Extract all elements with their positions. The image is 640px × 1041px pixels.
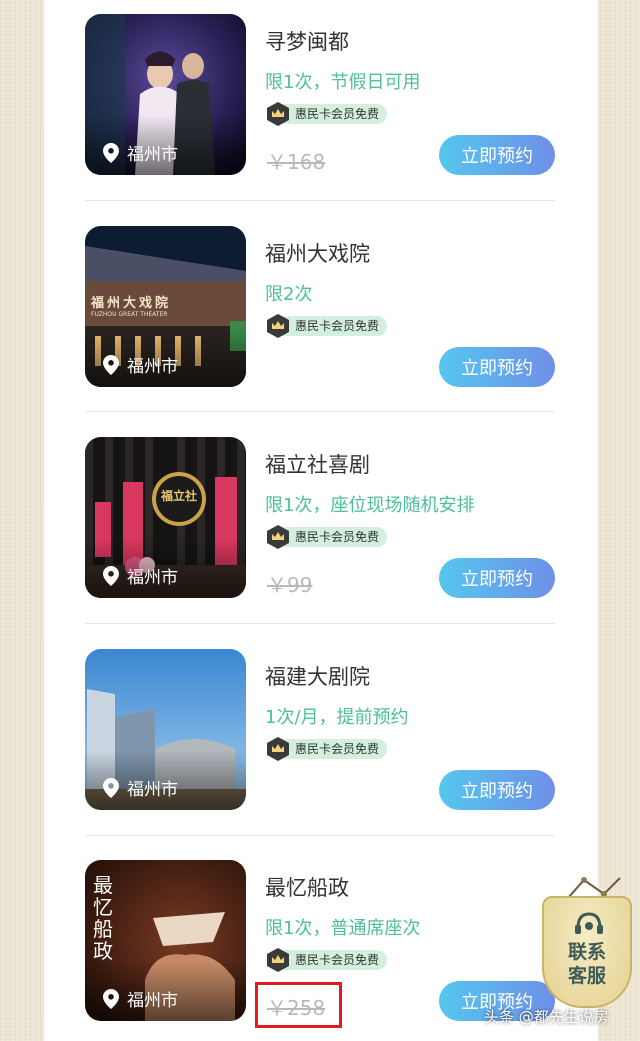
location-pin-icon <box>103 565 119 586</box>
location-label: 福州市 <box>103 140 178 165</box>
member-badge: 惠民卡会员免费 <box>265 101 388 127</box>
crown-icon <box>265 101 291 127</box>
book-now-button[interactable]: 立即预约 <box>439 558 555 598</box>
watermark: 头条 @都先生说房 <box>484 1008 609 1026</box>
divider <box>85 835 555 836</box>
location-text: 福州市 <box>127 568 178 588</box>
book-now-button[interactable]: 立即预约 <box>439 135 555 175</box>
divider <box>85 200 555 201</box>
book-now-button[interactable]: 立即预约 <box>439 770 555 810</box>
member-badge: 惠民卡会员免费 <box>265 313 388 339</box>
venue-title: 福州大戏院 <box>265 242 370 266</box>
location-text: 福州市 <box>127 780 178 800</box>
location-label: 福州市 <box>103 352 178 377</box>
venue-image[interactable]: 福州市 <box>85 14 246 175</box>
location-text: 福州市 <box>127 357 178 377</box>
venue-image[interactable]: 福州大戏院 FUZHOU GREAT THEATER 福州市 <box>85 226 246 387</box>
location-pin-icon <box>103 988 119 1009</box>
original-price: ￥168 <box>267 150 326 174</box>
venue-title: 福建大剧院 <box>265 665 370 689</box>
logo-text: 福立社 <box>160 489 197 503</box>
location-text: 福州市 <box>127 991 178 1011</box>
location-pin-icon <box>103 777 119 798</box>
venue-image[interactable]: 福立社 福州市 <box>85 437 246 598</box>
contact-service-button[interactable]: 联系 客服 <box>536 876 640 1016</box>
location-label: 福州市 <box>103 986 178 1011</box>
venue-item[interactable]: 福立社 福州市 福立社喜剧 限1次，座位现场随机安排 惠民卡会员免费 ￥99 立… <box>85 437 555 599</box>
divider <box>85 623 555 624</box>
venue-item[interactable]: 福州大戏院 FUZHOU GREAT THEATER 福州市 福州大戏院 限2次… <box>85 226 555 388</box>
location-pin-icon <box>103 354 119 375</box>
crown-icon <box>265 313 291 339</box>
contact-service-label: 联系 客服 <box>567 941 606 987</box>
crown-icon <box>265 736 291 762</box>
usage-limit: 限1次，座位现场随机安排 <box>265 495 475 516</box>
venue-title: 福立社喜剧 <box>265 453 370 477</box>
usage-limit: 限1次，节假日可用 <box>265 72 421 93</box>
venue-item[interactable]: 福州市 福建大剧院 1次/月，提前预约 惠民卡会员免费 立即预约 <box>85 649 555 811</box>
member-badge: 惠民卡会员免费 <box>265 736 388 762</box>
location-text: 福州市 <box>127 145 178 165</box>
member-badge: 惠民卡会员免费 <box>265 524 388 550</box>
venue-title: 寻梦闽都 <box>265 30 349 54</box>
location-pin-icon <box>103 142 119 163</box>
location-label: 福州市 <box>103 775 178 800</box>
venue-image[interactable]: 福州市 <box>85 649 246 810</box>
venue-item[interactable]: 福州市 寻梦闽都 限1次，节假日可用 惠民卡会员免费 ￥168 立即预约 <box>85 14 555 176</box>
book-now-button[interactable]: 立即预约 <box>439 347 555 387</box>
price-highlight-box <box>255 982 342 1028</box>
member-badge: 惠民卡会员免费 <box>265 947 388 973</box>
crown-icon <box>265 947 291 973</box>
original-price: ￥99 <box>267 573 313 597</box>
venue-image[interactable]: 最忆船政 福州市 <box>85 860 246 1021</box>
venue-title: 最忆船政 <box>265 876 349 900</box>
theater-sign: 福州大戏院 FUZHOU GREAT THEATER <box>91 296 172 318</box>
usage-limit: 1次/月，提前预约 <box>265 707 409 728</box>
usage-limit: 限2次 <box>265 284 313 305</box>
location-label: 福州市 <box>103 563 178 588</box>
crown-icon <box>265 524 291 550</box>
calligraphy-title: 最忆船政 <box>93 873 113 963</box>
divider <box>85 411 555 412</box>
usage-limit: 限1次，普通席座次 <box>265 918 421 939</box>
headset-icon <box>575 912 603 934</box>
